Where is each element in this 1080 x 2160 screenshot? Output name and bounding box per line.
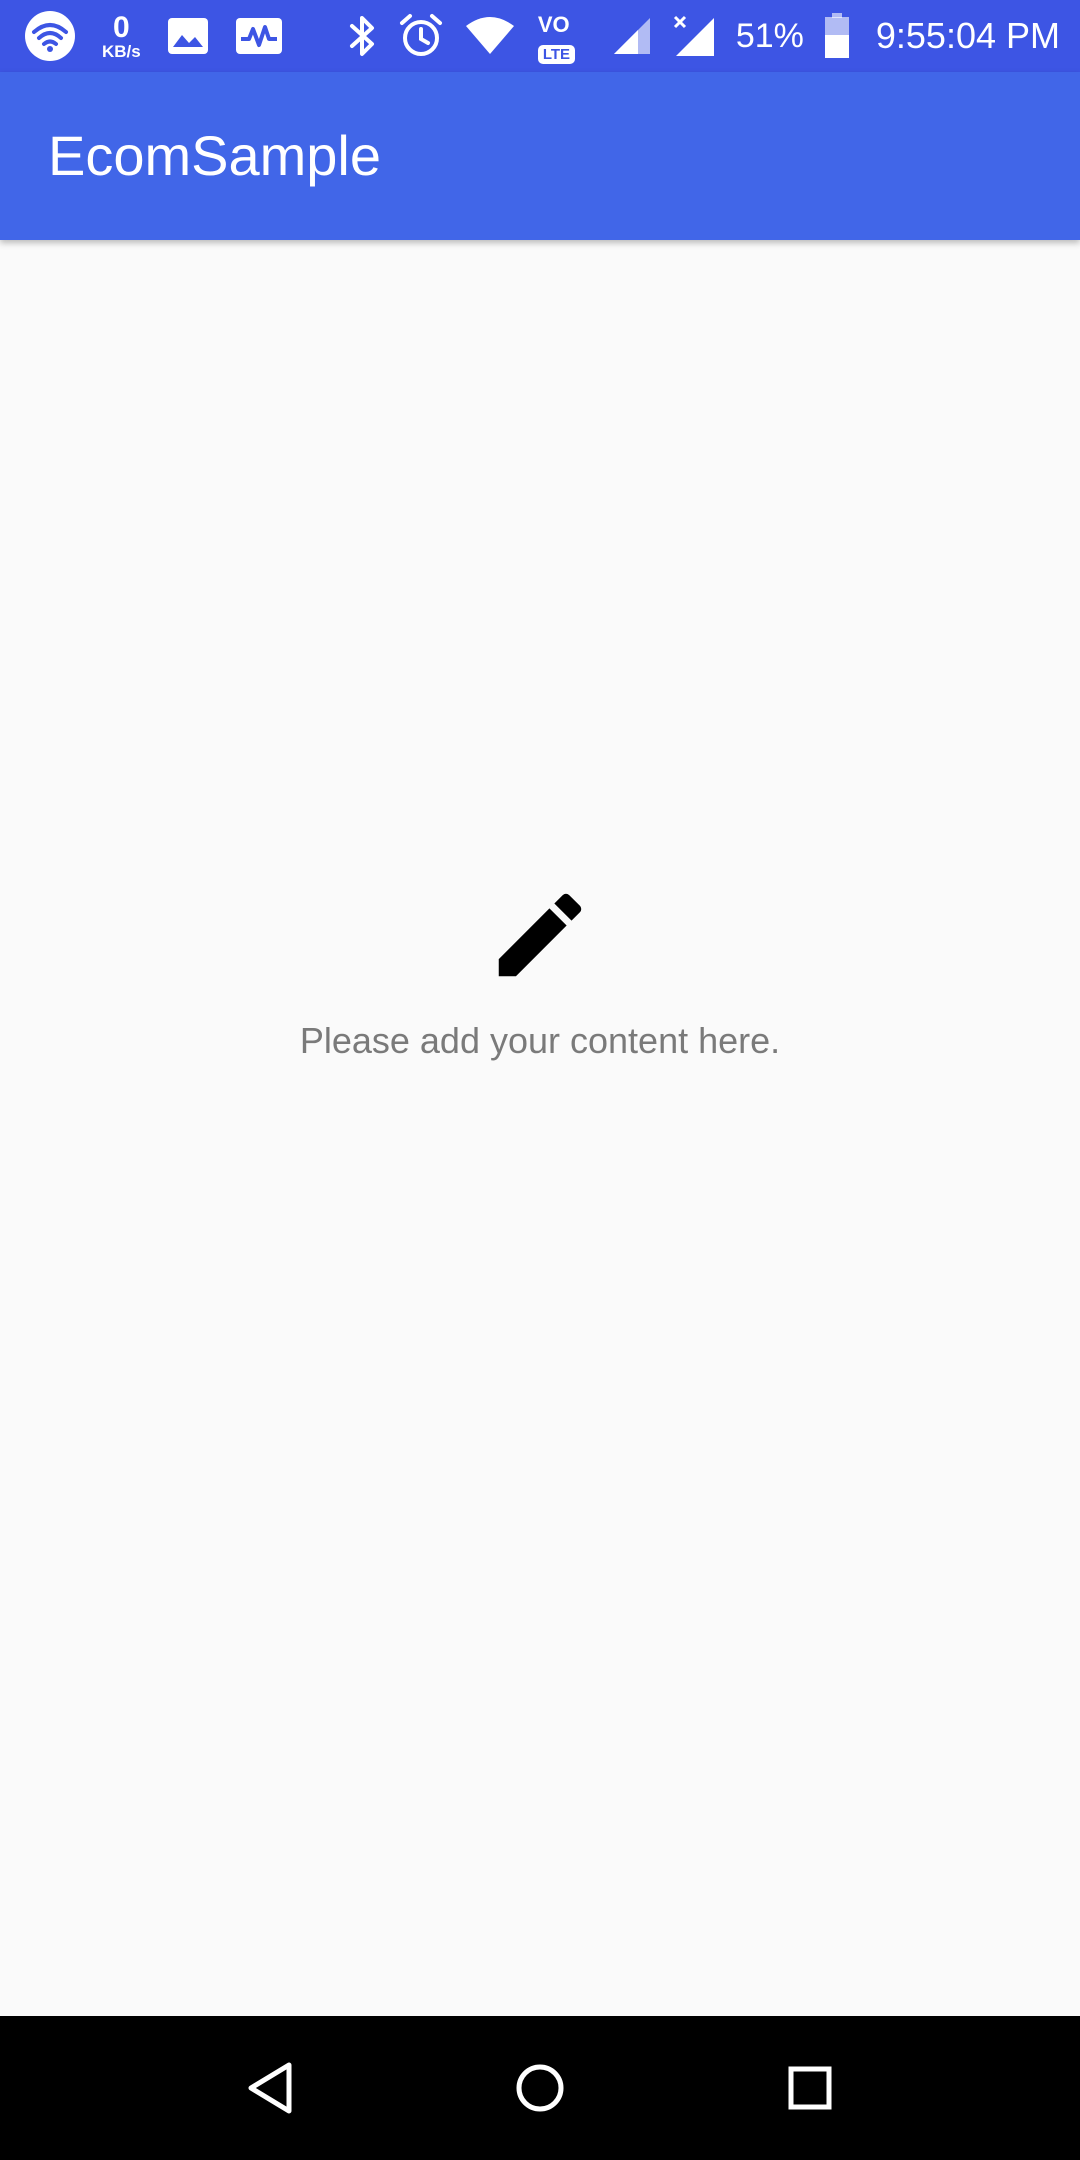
content-area: Please add your content here.	[0, 240, 1080, 2016]
net-speed: 0 KB/s	[102, 10, 141, 61]
back-icon	[248, 2062, 292, 2114]
bluetooth-icon	[348, 14, 378, 58]
recents-button[interactable]	[774, 2052, 846, 2124]
battery-icon	[824, 13, 850, 59]
navigation-bar	[0, 2016, 1080, 2160]
home-icon	[516, 2064, 564, 2112]
signal-icon	[612, 16, 652, 56]
volte-icon: VO LTE	[536, 6, 592, 66]
app-title: EcomSample	[48, 124, 382, 187]
clock: 9:55:04 PM	[875, 15, 1060, 56]
status-bar: 0 KB/s VO LTE 51% 9:55:04 PM	[0, 0, 1080, 72]
gallery-icon	[167, 17, 209, 55]
status-right-icons: VO LTE 51% 9:55:04 PM	[348, 0, 1060, 72]
volte-bottom-label: LTE	[537, 45, 576, 64]
alarm-icon	[398, 13, 444, 59]
app-bar: EcomSample	[0, 72, 1080, 240]
back-button[interactable]	[234, 2052, 306, 2124]
activity-icon	[235, 17, 283, 55]
empty-state-message: Please add your content here.	[299, 1020, 781, 1061]
home-button[interactable]	[504, 2052, 576, 2124]
screen: 0 KB/s VO LTE 51% 9:55:04 PM EcomSample …	[0, 0, 1080, 2160]
status-left-icons: 0 KB/s	[24, 0, 283, 72]
battery-percent: 51%	[735, 16, 804, 55]
volte-top-label: VO	[537, 12, 570, 37]
wifi-signal-icon	[464, 16, 516, 56]
wifi-icon	[24, 10, 76, 62]
recents-icon	[788, 2066, 832, 2110]
pencil-icon	[498, 893, 582, 977]
net-speed-value: 0	[113, 10, 130, 44]
signal-no-data-icon	[672, 14, 716, 58]
empty-state: Please add your content here.	[0, 880, 1080, 1062]
net-speed-unit: KB/s	[102, 41, 141, 61]
